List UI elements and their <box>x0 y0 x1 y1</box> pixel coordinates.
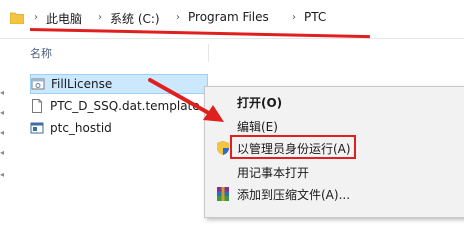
red-arrow-annotation <box>148 78 224 122</box>
